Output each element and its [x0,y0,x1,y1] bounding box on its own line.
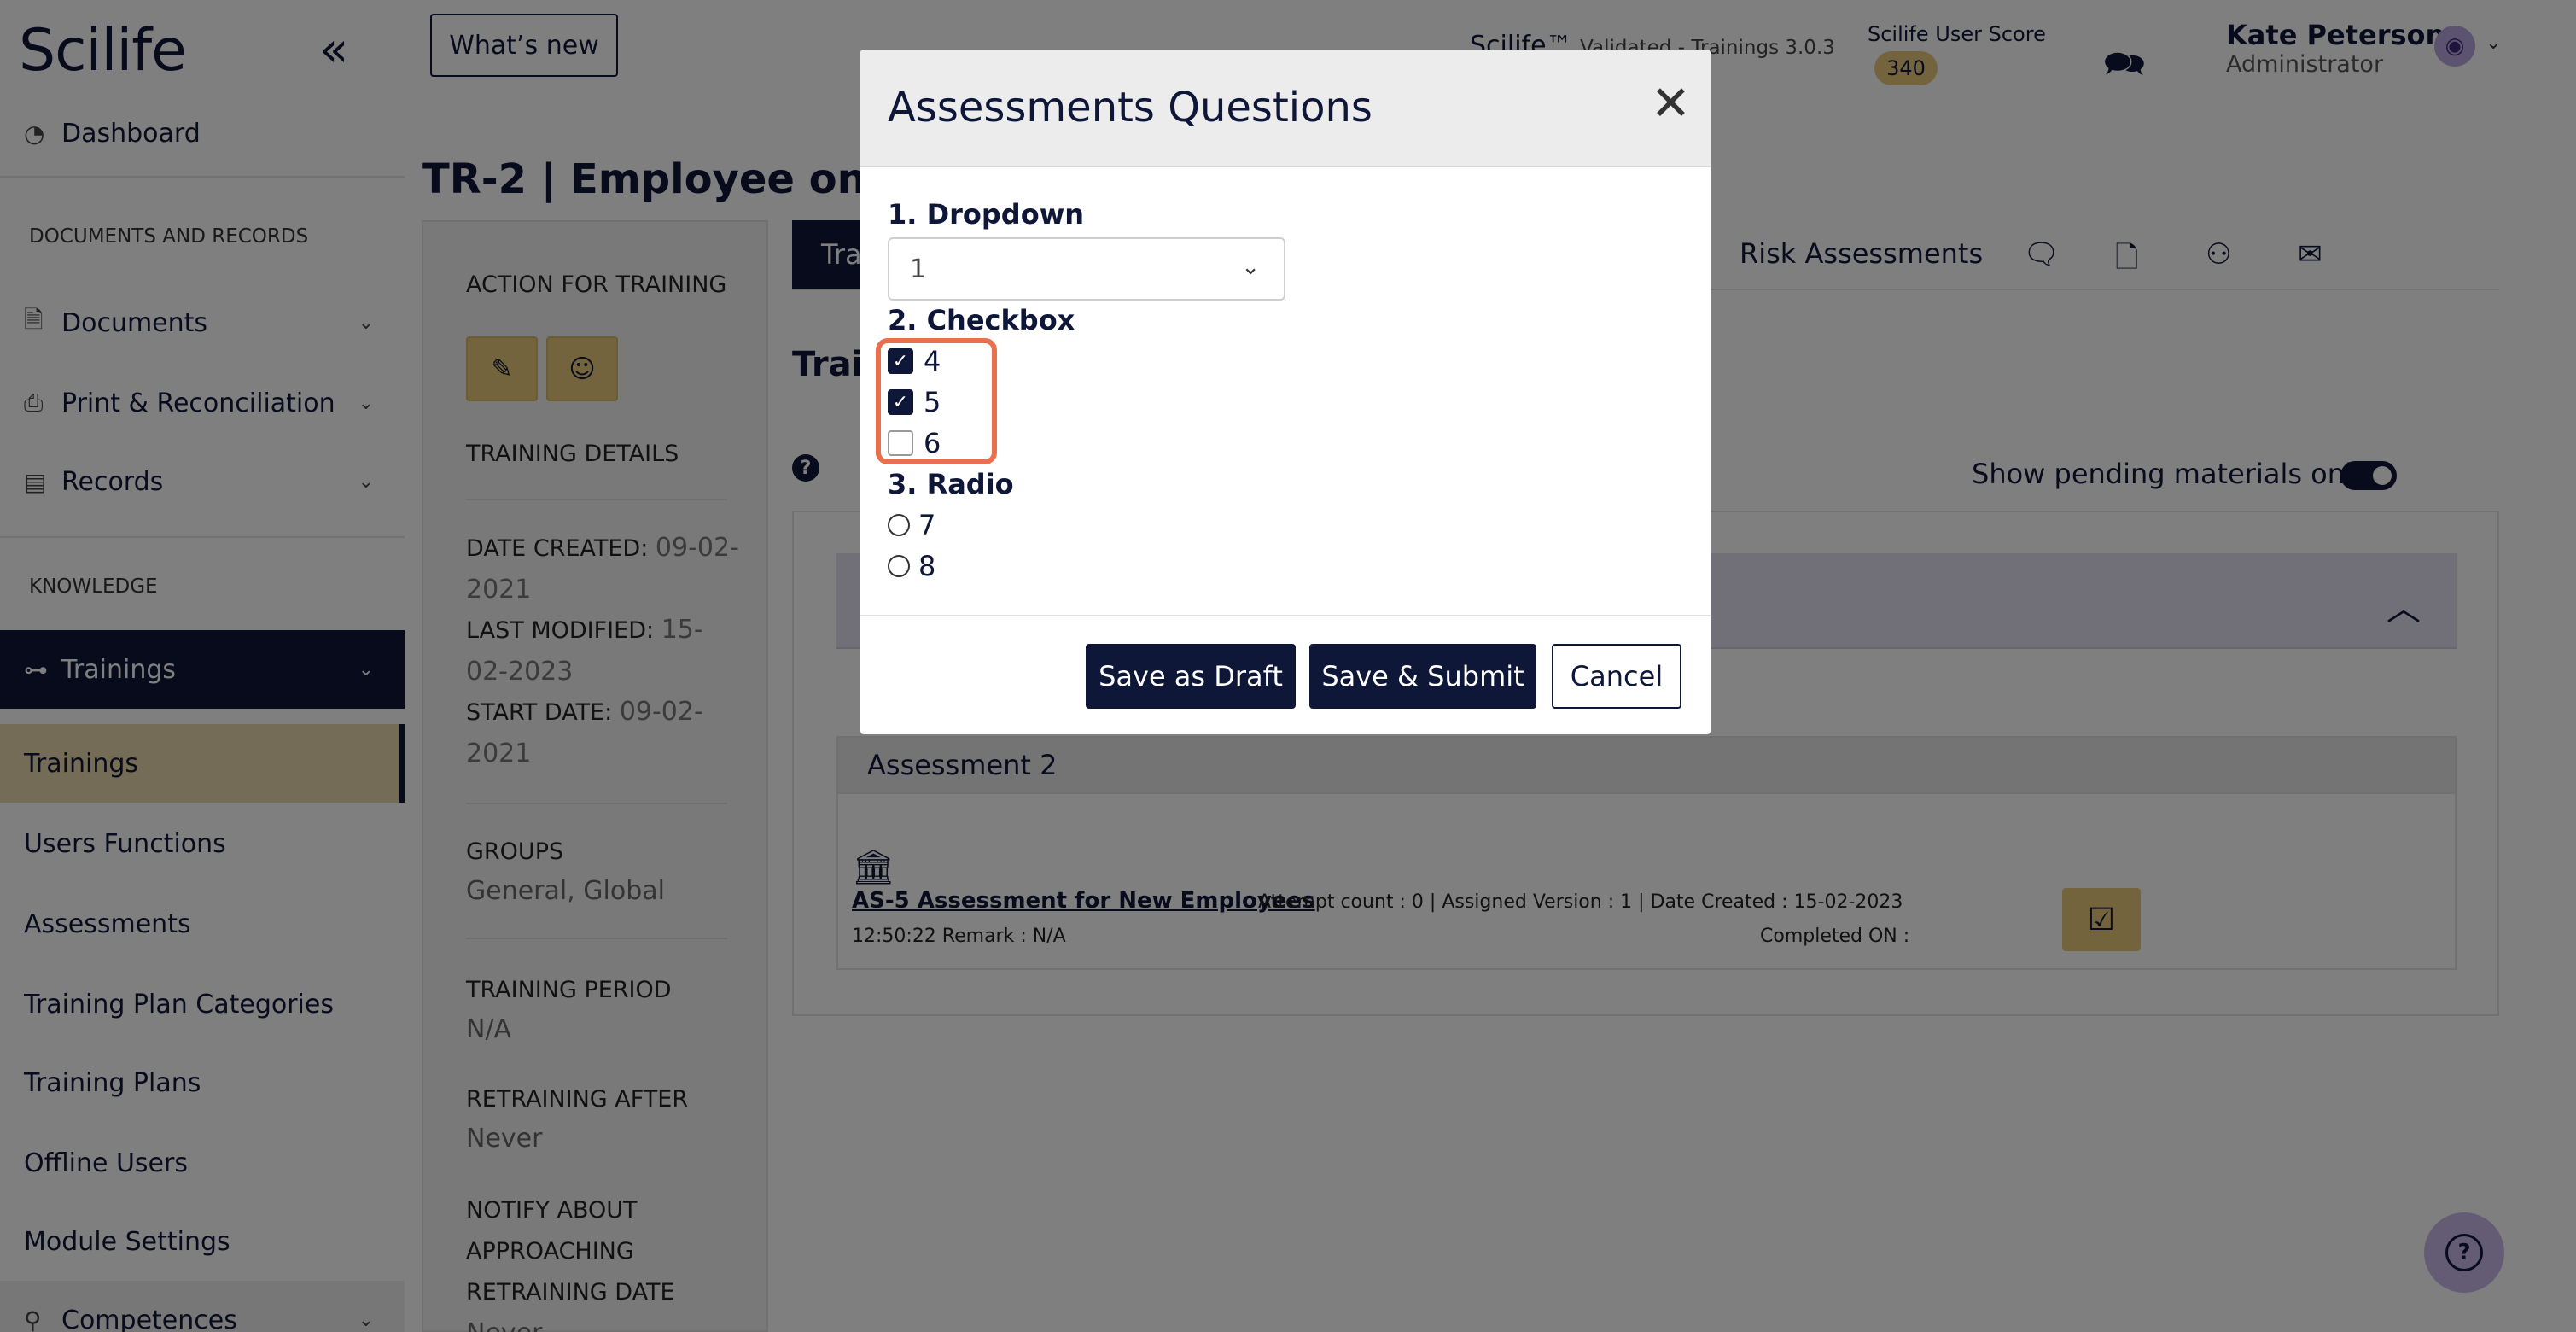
question-2-label: 2. Checkbox [888,304,1075,336]
modal-footer-divider [860,615,1711,616]
question-1-dropdown[interactable]: 1 ⌄ [888,237,1285,301]
app-root: Scilife « ◔ Dashboard DOCUMENTS AND RECO… [0,0,2576,1332]
save-submit-button[interactable]: Save & Submit [1309,644,1536,709]
dropdown-value: 1 [910,254,927,284]
cancel-button[interactable]: Cancel [1552,644,1681,709]
assessment-questions-modal: Assessments Questions ✕ 1. Dropdown 1 ⌄ … [860,50,1711,734]
checkbox-highlight-box [876,338,997,464]
radio-button[interactable] [888,555,910,577]
close-icon[interactable]: ✕ [1651,80,1691,128]
question-3-label: 3. Radio [888,468,1014,500]
option-label: 8 [918,550,936,582]
question-1-label: 1. Dropdown [888,198,1085,231]
save-draft-button[interactable]: Save as Draft [1086,644,1296,709]
option-label: 7 [918,509,936,541]
modal-header: Assessments Questions ✕ [860,50,1711,167]
modal-title: Assessments Questions [888,84,1373,131]
chevron-down-icon: ⌄ [1241,254,1260,280]
radio-option[interactable]: 7 [888,509,935,541]
radio-button[interactable] [888,514,910,536]
radio-option[interactable]: 8 [888,550,935,582]
